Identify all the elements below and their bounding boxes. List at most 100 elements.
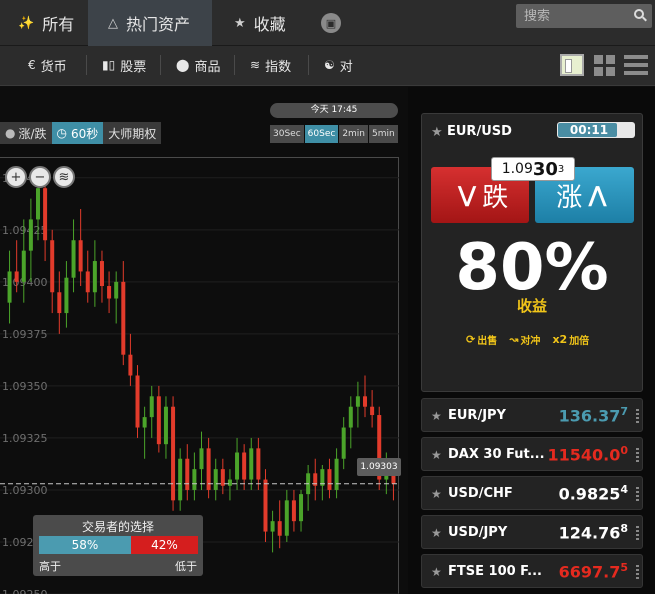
asset-row[interactable]: ★ USD/CHF 0.98254 <box>421 476 643 510</box>
currency-icon: € <box>28 58 36 72</box>
candle-body <box>99 261 104 287</box>
timeframe-60sec[interactable]: 60Sec <box>304 125 339 143</box>
list-view-icon[interactable] <box>560 54 584 76</box>
rows-view-icon[interactable] <box>624 55 648 77</box>
asset-name: USD/CHF <box>448 486 513 501</box>
mode-master-options[interactable]: 大师期权 <box>103 122 162 144</box>
search-icon[interactable] <box>634 9 644 19</box>
candle-body <box>163 406 168 445</box>
grid-view-icon[interactable] <box>594 55 616 77</box>
candle <box>270 510 275 553</box>
drag-handle-icon[interactable] <box>636 448 639 462</box>
asset-row[interactable]: ★ USD/JPY 124.768 <box>421 515 643 549</box>
candle <box>355 381 360 428</box>
option-sell[interactable]: ⟳ 出售 <box>466 332 497 347</box>
asset-price: 124.768 <box>559 522 628 542</box>
option-hedge[interactable]: ↝ 对冲 <box>509 332 540 347</box>
asset-price: 0.98254 <box>559 483 628 503</box>
category-indices[interactable]: ≋ 指数 <box>250 46 291 84</box>
star-icon[interactable]: ★ <box>431 409 442 423</box>
asset-price-main: 11540.0 <box>547 445 621 465</box>
put-button-label: 跌 <box>482 182 509 213</box>
tab-favorites-label: 收藏 <box>253 15 286 34</box>
option-double[interactable]: x2 加倍 <box>552 332 589 347</box>
drag-handle-icon[interactable] <box>636 487 639 501</box>
candle <box>142 406 147 459</box>
asset-price-sup: 7 <box>620 405 628 418</box>
category-commodities[interactable]: ⬤ 商品 <box>176 46 220 84</box>
category-indices-label: 指数 <box>265 59 292 75</box>
option-double-label: 加倍 <box>569 336 590 347</box>
chart-type-icon[interactable]: ≋ <box>53 166 75 188</box>
mode-60sec[interactable]: ◷ 60秒 <box>51 122 104 144</box>
asset-price-sup: 0 <box>620 444 628 457</box>
zoom-in-icon[interactable]: + <box>5 166 27 188</box>
timeframe-30sec[interactable]: 30Sec <box>270 125 304 143</box>
drag-handle-icon[interactable] <box>636 526 639 540</box>
candle-body <box>235 452 240 480</box>
asset-price-main: 6697.7 <box>558 562 621 582</box>
tab-hot-assets[interactable]: △ 热门资产 <box>88 0 212 46</box>
star-icon[interactable]: ★ <box>431 125 443 140</box>
candle <box>263 469 268 542</box>
candle-body <box>149 396 154 418</box>
candle <box>313 458 318 501</box>
candle <box>377 406 382 490</box>
asset-row[interactable]: ★ DAX 30 Fut... 11540.00 <box>421 437 643 471</box>
candle <box>71 219 76 293</box>
asset-row[interactable]: ★ FTSE 100 F... 6697.75 <box>421 554 643 588</box>
candle-body <box>263 479 268 532</box>
tab-all[interactable]: ✨ 所有 <box>0 0 88 46</box>
commodity-icon: ⬤ <box>176 58 190 72</box>
zoom-out-icon[interactable]: − <box>29 166 51 188</box>
candle-body <box>327 469 332 490</box>
candle <box>284 489 289 542</box>
star-icon[interactable]: ★ <box>431 526 442 540</box>
candle-body <box>135 375 140 428</box>
candle <box>121 261 126 366</box>
asset-name: DAX 30 Fut... <box>448 447 545 462</box>
category-commodities-label: 商品 <box>194 59 221 75</box>
category-bar: € 货币 ▮▯ 股票 ⬤ 商品 ≋ 指数 ☯ 对 <box>0 46 655 86</box>
asset-row[interactable]: ★ EUR/JPY 136.377 <box>421 398 643 432</box>
candle-body <box>78 240 83 272</box>
drag-handle-icon[interactable] <box>636 409 639 423</box>
category-stocks[interactable]: ▮▯ 股票 <box>102 46 146 84</box>
star-icon[interactable]: ★ <box>431 448 442 462</box>
star-icon[interactable]: ★ <box>431 487 442 501</box>
tab-favorites[interactable]: ★ 收藏 <box>212 0 310 46</box>
mode-updown[interactable]: ● 涨/跌 <box>0 122 52 144</box>
candle-body <box>28 219 33 251</box>
candle <box>64 261 69 328</box>
candle-body <box>341 427 346 459</box>
candle-body <box>249 448 254 480</box>
chart-time-label: 今天 17:45 <box>270 103 398 118</box>
candle-body <box>43 188 48 241</box>
traders-choice: 交易者的选择 58% 42% 高于 低于 <box>33 515 203 576</box>
divider <box>86 55 87 75</box>
candle <box>299 489 304 532</box>
candle <box>213 458 218 501</box>
tab-extra[interactable]: ▣ <box>318 0 344 46</box>
timeframe-5min[interactable]: 5min <box>369 125 398 143</box>
candle <box>50 229 55 314</box>
candle-body <box>227 479 232 486</box>
timeframe-2min[interactable]: 2min <box>339 125 369 143</box>
asset-price-main: 124.76 <box>558 523 621 543</box>
drag-handle-icon[interactable] <box>636 565 639 579</box>
traders-choice-bar: 58% 42% <box>39 536 198 554</box>
search-box[interactable] <box>516 4 652 28</box>
candle <box>370 390 375 428</box>
star-icon[interactable]: ★ <box>431 565 442 579</box>
asset-price: 11540.00 <box>547 444 628 464</box>
category-currency[interactable]: € 货币 <box>28 46 67 84</box>
candle <box>235 437 240 490</box>
traders-choice-high: 58% <box>39 536 131 554</box>
candle <box>107 271 112 314</box>
category-pairs[interactable]: ☯ 对 <box>324 46 353 84</box>
candle <box>320 464 325 501</box>
candle-body <box>85 271 90 293</box>
search-input[interactable] <box>516 5 626 27</box>
candle-body <box>14 271 19 282</box>
candle <box>348 396 353 449</box>
